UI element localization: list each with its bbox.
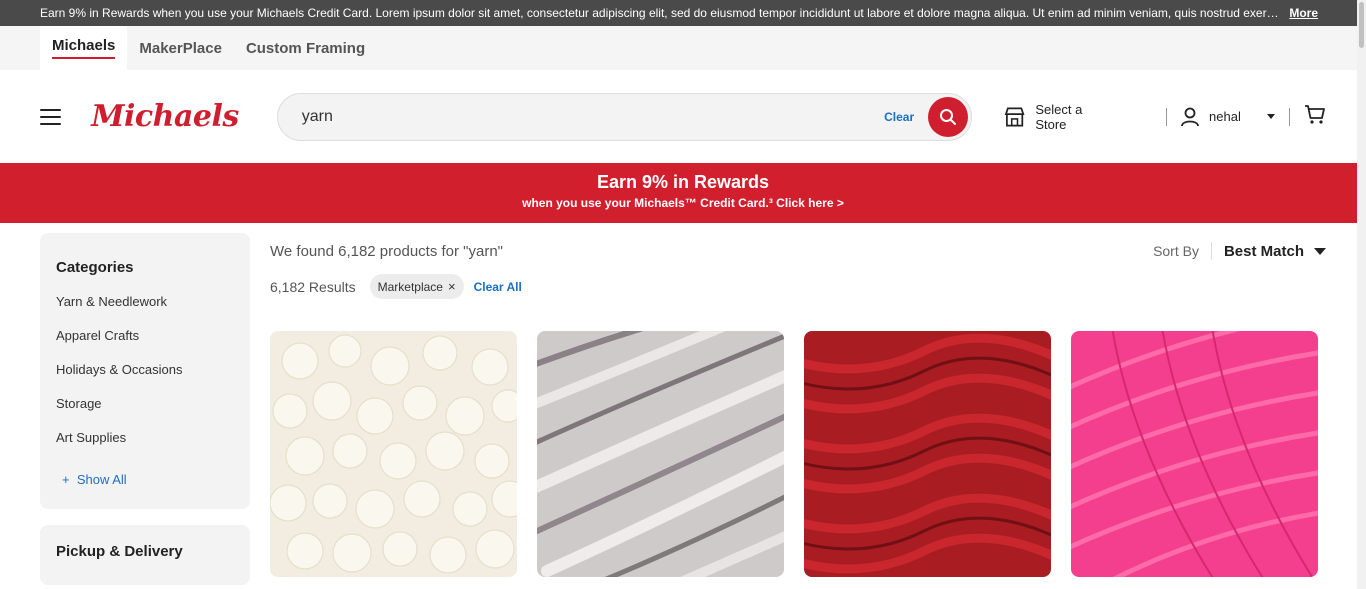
product-card[interactable] [1071, 331, 1318, 577]
results-summary: We found 6,182 products for "yarn" [270, 242, 504, 260]
close-icon[interactable]: × [448, 279, 456, 294]
clear-all-button[interactable]: Clear All [474, 280, 522, 294]
chevron-down-icon [1314, 247, 1326, 255]
account-menu[interactable]: nehal [1181, 107, 1276, 127]
product-card[interactable] [537, 331, 784, 577]
chevron-down-icon [1267, 114, 1276, 119]
product-image [1071, 331, 1318, 577]
michaels-logo[interactable]: Michaels [91, 99, 239, 134]
product-card[interactable] [270, 331, 517, 577]
results-main: We found 6,182 products for "yarn" Sort … [270, 233, 1326, 585]
search-button[interactable] [928, 96, 969, 137]
user-icon [1181, 107, 1199, 126]
select-store-button[interactable]: Select a Store [1004, 102, 1114, 132]
search-results-page: Categories Yarn & Needlework Apparel Cra… [0, 223, 1366, 585]
sort-label: Sort By [1153, 243, 1199, 259]
category-apparel-crafts[interactable]: Apparel Crafts [56, 328, 234, 362]
pickup-delivery-title: Pickup & Delivery [56, 543, 183, 560]
store-icon [1004, 106, 1025, 127]
category-art-supplies[interactable]: Art Supplies [56, 430, 234, 464]
site-header: Michaels yarn Clear Select a Store nehal [0, 70, 1366, 163]
sort-control[interactable]: Sort By Best Match [1153, 242, 1326, 260]
tab-label: Custom Framing [245, 39, 366, 57]
store-label: Select a Store [1035, 101, 1083, 132]
category-storage[interactable]: Storage [56, 396, 234, 430]
filter-sidebar: Categories Yarn & Needlework Apparel Cra… [40, 233, 250, 585]
results-count: 6,182 Results [270, 278, 356, 295]
plus-icon: + [62, 472, 77, 487]
product-card[interactable] [804, 331, 1051, 577]
category-holidays-occasions[interactable]: Holidays & Occasions [56, 362, 234, 396]
tab-label: Michaels [52, 37, 116, 59]
rewards-subtitle: when you use your Michaels™ Credit Card.… [522, 196, 844, 210]
divider [1289, 107, 1290, 126]
pickup-delivery-panel[interactable]: Pickup & Delivery [40, 525, 250, 585]
show-all-label: Show All [76, 472, 127, 487]
product-image [537, 331, 784, 577]
rewards-title: Earn 9% in Rewards [596, 172, 770, 192]
cart-button[interactable] [1304, 103, 1326, 130]
tab-custom-framing[interactable]: Custom Framing [234, 26, 377, 70]
page-scrollbar[interactable] [1357, 0, 1366, 589]
categories-title: Categories [56, 259, 134, 276]
promo-ticker: Earn 9% in Rewards when you use your Mic… [0, 0, 1366, 26]
tab-michaels[interactable]: Michaels [40, 26, 128, 70]
divider [1210, 242, 1212, 260]
scrollbar-thumb[interactable] [1359, 2, 1364, 48]
category-yarn-needlework[interactable]: Yarn & Needlework [56, 294, 234, 328]
search-icon [940, 108, 957, 125]
chip-label: Marketplace [377, 279, 443, 294]
product-image [270, 331, 517, 577]
site-tabs: Michaels MakerPlace Custom Framing [0, 26, 1366, 70]
clear-search-button[interactable]: Clear [884, 110, 914, 124]
product-image [804, 331, 1051, 577]
rewards-banner[interactable]: Earn 9% in Rewards when you use your Mic… [0, 163, 1366, 223]
sort-select[interactable]: Best Match [1224, 243, 1304, 260]
categories-panel: Categories Yarn & Needlework Apparel Cra… [40, 233, 250, 509]
cart-icon [1305, 105, 1325, 124]
divider [1166, 107, 1168, 126]
show-all-button[interactable]: + Show All [62, 472, 234, 493]
menu-icon[interactable] [40, 108, 62, 125]
user-name: nehal [1209, 109, 1241, 124]
ticker-message: Earn 9% in Rewards when you use your Mic… [40, 6, 1282, 20]
search-input[interactable]: yarn [302, 108, 884, 126]
product-grid [270, 331, 1326, 577]
tab-label: MakerPlace [139, 39, 222, 57]
search-bar[interactable]: yarn Clear [276, 92, 973, 141]
filter-chip-marketplace[interactable]: Marketplace × [369, 274, 464, 299]
tab-makerplace[interactable]: MakerPlace [127, 26, 234, 70]
more-link[interactable]: More [1289, 6, 1318, 20]
